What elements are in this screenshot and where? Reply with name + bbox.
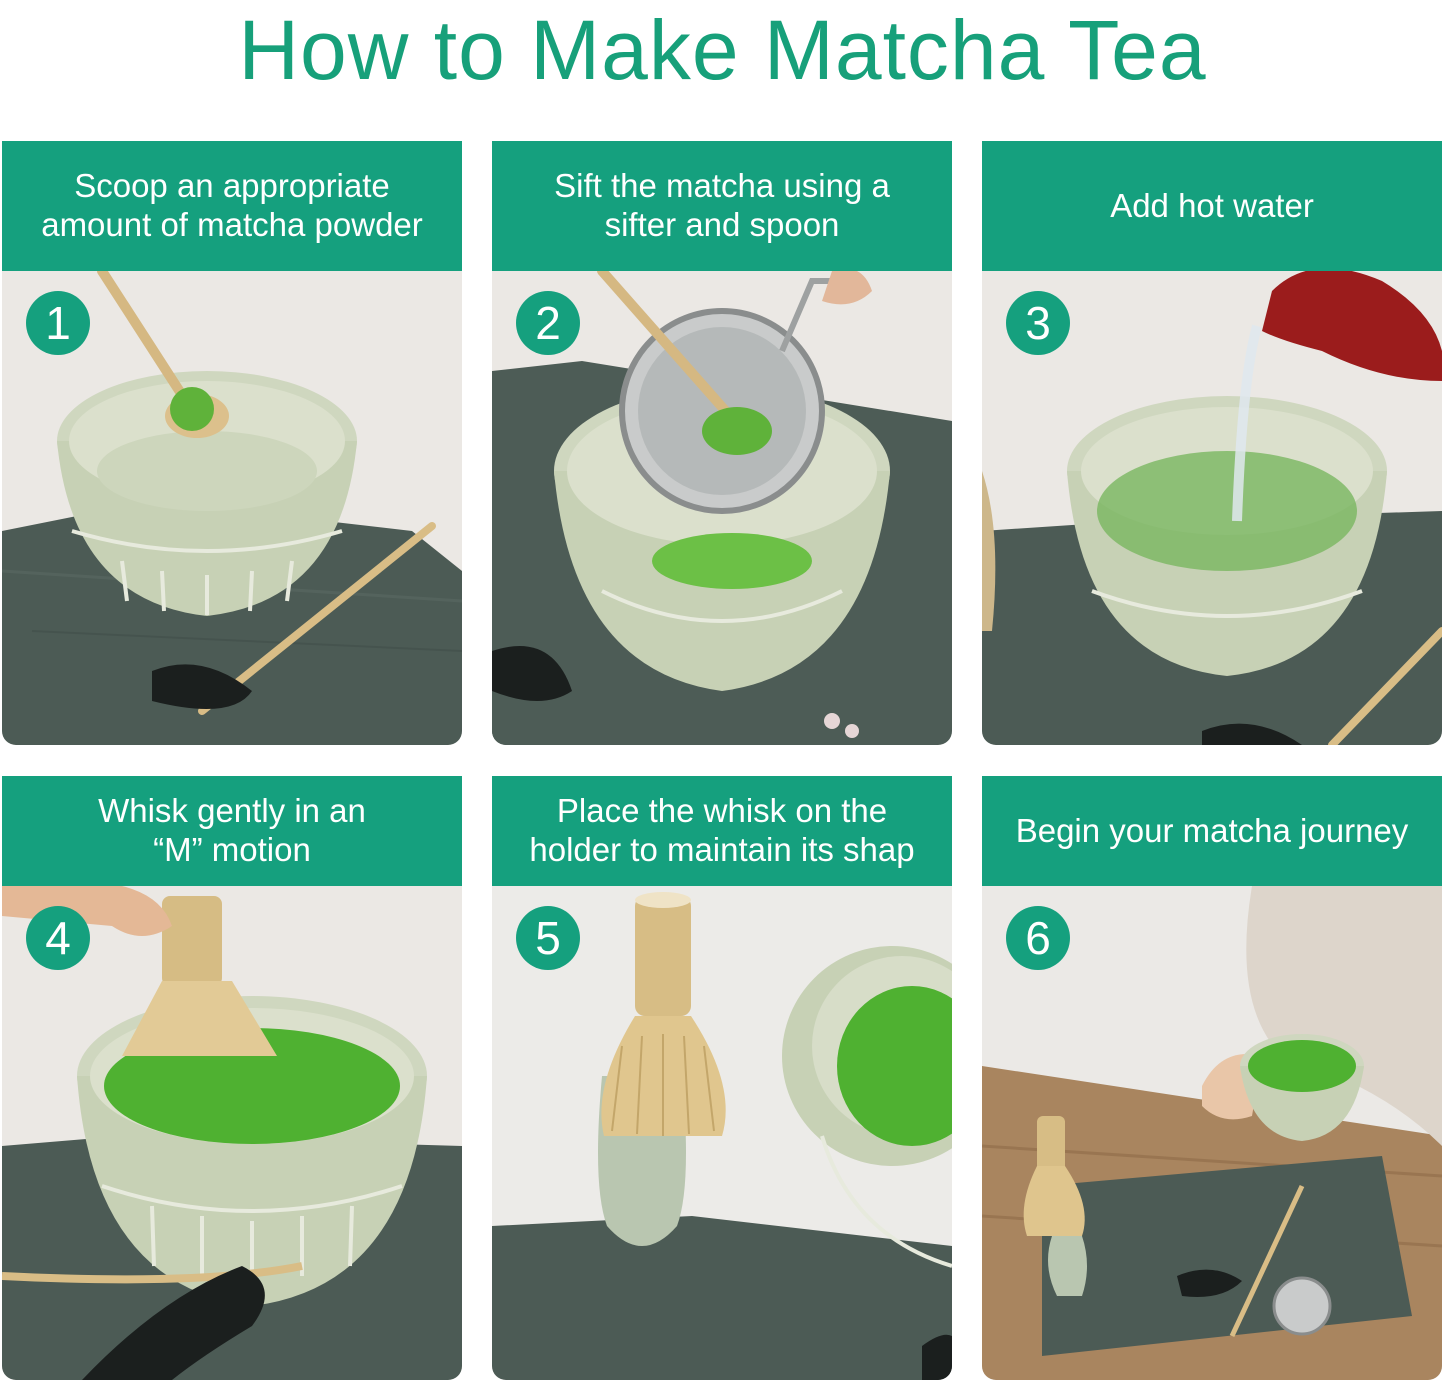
step-number-badge: 6: [1006, 906, 1070, 970]
step-number-badge: 5: [516, 906, 580, 970]
step-card-4: Whisk gently in an “M” motion 4: [2, 776, 462, 1380]
step-photo: 4: [2, 886, 462, 1380]
step-photo: 3: [982, 268, 1442, 745]
step-header: Add hot water: [982, 141, 1442, 271]
step-card-3: Add hot water 3: [982, 141, 1442, 745]
step-instruction: Scoop an appropriate amount of matcha po…: [41, 167, 423, 243]
step-card-5: Place the whisk on the holder to maintai…: [492, 776, 952, 1380]
step-number-badge: 4: [26, 906, 90, 970]
page-title: How to Make Matcha Tea: [238, 3, 1207, 97]
step-card-2: Sift the matcha using a sifter and spoon…: [492, 141, 952, 745]
step-instruction: Begin your matcha journey: [1015, 811, 1409, 849]
step-photo: 1: [2, 266, 462, 745]
step-card-6: Begin your matcha journey 6: [982, 776, 1442, 1380]
step-header: Sift the matcha using a sifter and spoon: [492, 141, 952, 271]
step-photo: 2: [492, 266, 952, 745]
step-card-1: Scoop an appropriate amount of matcha po…: [2, 141, 462, 745]
step-photo: 5: [492, 886, 952, 1380]
step-header: Begin your matcha journey: [982, 776, 1442, 886]
step-photo: 6: [982, 886, 1442, 1380]
step-number-badge: 3: [1006, 291, 1070, 355]
step-instruction: Place the whisk on the holder to maintai…: [529, 792, 915, 868]
step-instruction: Add hot water: [1110, 186, 1314, 224]
step-header: Whisk gently in an “M” motion: [2, 776, 462, 886]
step-instruction: Whisk gently in an “M” motion: [98, 792, 366, 868]
step-number-badge: 2: [516, 291, 580, 355]
step-number-badge: 1: [26, 291, 90, 355]
step-header: Place the whisk on the holder to maintai…: [492, 776, 952, 886]
step-header: Scoop an appropriate amount of matcha po…: [2, 141, 462, 271]
step-instruction: Sift the matcha using a sifter and spoon: [554, 167, 890, 243]
